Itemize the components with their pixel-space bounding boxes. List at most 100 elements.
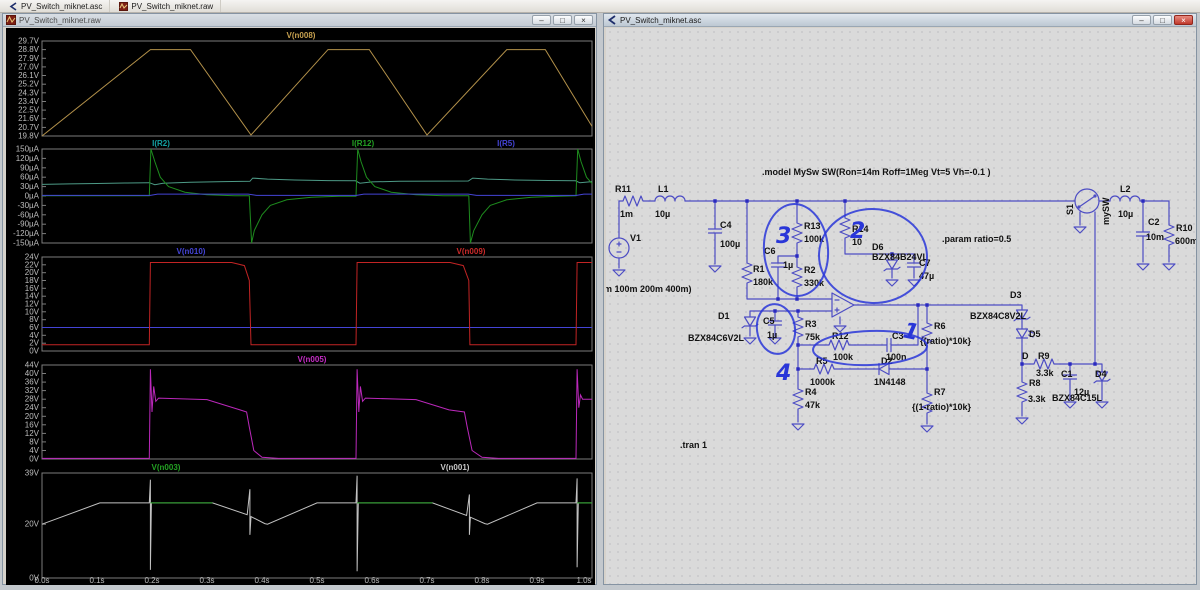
val-R12[interactable]: 100k — [833, 352, 854, 362]
val-C6[interactable]: 1µ — [783, 260, 793, 270]
waveform-titlebar[interactable]: PV_Switch_miknet.raw – □ × — [3, 14, 596, 27]
tab-schematic-label: PV_Switch_miknet.asc — [21, 2, 102, 11]
svg-text:20V: 20V — [25, 520, 40, 529]
ink-digit-4: 4 — [775, 361, 791, 386]
schematic-drawing[interactable]: .model MySw SW(Ron=14m Roff=1Meg Vt=5 Vh… — [606, 28, 1196, 584]
ref-C5[interactable]: C5 — [763, 316, 775, 326]
switch-S1[interactable] — [1075, 189, 1099, 213]
val-R8[interactable]: 3.3k — [1028, 394, 1047, 404]
waveform-plot-area[interactable]: 29.7V28.8V27.9V27.0V26.1V25.2V24.3V23.4V… — [6, 28, 595, 585]
inductor-L1[interactable] — [655, 196, 685, 201]
resistor-R4[interactable] — [793, 385, 803, 415]
svg-text:-60µA: -60µA — [17, 210, 39, 219]
val-C5[interactable]: 1µ — [767, 330, 777, 340]
resistor-R11[interactable] — [619, 196, 649, 206]
val-R10[interactable]: 600m — [1175, 236, 1196, 246]
spice-directive-model[interactable]: .model MySw SW(Ron=14m Roff=1Meg Vt=5 Vh… — [762, 167, 991, 177]
tab-waveform-label: PV_Switch_miknet.raw — [131, 2, 213, 11]
ground-icon — [613, 270, 625, 276]
val-D4[interactable]: BZX84C15L — [1052, 393, 1103, 403]
minimize-button[interactable]: – — [1132, 15, 1151, 25]
tab-waveform[interactable]: PV_Switch_miknet.raw — [112, 0, 221, 12]
spice-directive-param[interactable]: .param ratio=0.5 — [942, 234, 1011, 244]
ref-C1[interactable]: C1 — [1061, 369, 1073, 379]
ref-R7[interactable]: R7 — [934, 387, 946, 397]
tab-schematic[interactable]: PV_Switch_miknet.asc — [2, 0, 110, 12]
ground-icon — [792, 424, 804, 430]
ref-D1[interactable]: D1 — [718, 311, 730, 321]
svg-text:V(n003): V(n003) — [152, 463, 181, 472]
inductor-L2[interactable] — [1110, 196, 1140, 201]
val-D2[interactable]: 1N4148 — [874, 377, 906, 387]
close-button[interactable]: × — [574, 15, 593, 25]
ref-R8[interactable]: R8 — [1029, 378, 1041, 388]
close-button[interactable]: × — [1174, 15, 1193, 25]
val-R9[interactable]: 3.3k — [1036, 368, 1055, 378]
val-L1[interactable]: 10µ — [655, 209, 670, 219]
opamp[interactable] — [832, 293, 854, 317]
val-D1[interactable]: BZX84C6V2L — [688, 333, 745, 343]
val-S1[interactable]: mySW — [1101, 197, 1111, 225]
svg-text:V(n008): V(n008) — [287, 31, 316, 40]
ground-icon — [744, 338, 756, 344]
ref-R11[interactable]: R11 — [615, 184, 631, 194]
ref-R1[interactable]: R1 — [753, 264, 765, 274]
resistor-R10[interactable] — [1164, 221, 1174, 251]
ref-R13[interactable]: R13 — [804, 221, 821, 231]
svg-text:I(R5): I(R5) — [497, 139, 515, 148]
ref-C7[interactable]: C7 — [919, 258, 931, 268]
resistor-R2[interactable] — [792, 263, 802, 293]
ref-L1[interactable]: L1 — [658, 184, 669, 194]
resistor-R8[interactable] — [1017, 378, 1027, 408]
ground-icon — [1163, 264, 1175, 270]
svg-text:120µA: 120µA — [16, 154, 40, 163]
val-C2[interactable]: 10m — [1146, 232, 1164, 242]
ref-L2[interactable]: L2 — [1120, 184, 1131, 194]
maximize-button[interactable]: □ — [553, 15, 572, 25]
val-D3[interactable]: BZX84C8V2L — [970, 311, 1027, 321]
waveform-plot[interactable]: 29.7V28.8V27.9V27.0V26.1V25.2V24.3V23.4V… — [6, 28, 595, 585]
zener-D1[interactable] — [742, 315, 758, 329]
val-R3[interactable]: 75k — [805, 332, 821, 342]
maximize-button[interactable]: □ — [1153, 15, 1172, 25]
ref-S1[interactable]: S1 — [1065, 204, 1075, 215]
svg-text:24.3V: 24.3V — [18, 88, 40, 97]
resistor-R12[interactable] — [825, 340, 855, 350]
ref-D6[interactable]: D6 — [872, 242, 884, 252]
svg-text:-90µA: -90µA — [17, 220, 39, 229]
val-C4[interactable]: 100µ — [720, 239, 740, 249]
ref-C2[interactable]: C2 — [1148, 217, 1160, 227]
ref-R6[interactable]: R6 — [934, 321, 946, 331]
ref-R3[interactable]: R3 — [805, 319, 817, 329]
svg-text:-150µA: -150µA — [13, 239, 40, 248]
resistor-R13[interactable] — [792, 219, 802, 249]
raw-doc-icon — [119, 2, 128, 11]
ref-R10[interactable]: R10 — [1176, 223, 1193, 233]
minimize-button[interactable]: – — [532, 15, 551, 25]
resistor-R1[interactable] — [742, 259, 752, 289]
ref-C4[interactable]: C4 — [720, 220, 732, 230]
ref-R4[interactable]: R4 — [805, 387, 817, 397]
voltage-source-V1[interactable] — [609, 238, 629, 258]
ref-D3[interactable]: D3 — [1010, 290, 1022, 300]
schematic-canvas[interactable]: .model MySw SW(Ron=14m Roff=1Meg Vt=5 Vh… — [606, 28, 1196, 584]
waveform-window-title: PV_Switch_miknet.raw — [19, 16, 101, 25]
val-L2[interactable]: 10µ — [1118, 209, 1133, 219]
ref-D4[interactable]: D4 — [1095, 369, 1107, 379]
val-R5[interactable]: 1000k — [810, 377, 836, 387]
ground-icon — [886, 280, 898, 286]
ref-C6[interactable]: C6 — [764, 246, 776, 256]
val-R11[interactable]: 1m — [620, 209, 633, 219]
tab-bar: PV_Switch_miknet.asc PV_Switch_miknet.ra… — [0, 0, 1200, 13]
ref-R9[interactable]: R9 — [1038, 351, 1050, 361]
spice-directive-tran[interactable]: .tran 1 — [680, 440, 707, 450]
ref-D5[interactable]: D5 — [1029, 329, 1041, 339]
ref-R2[interactable]: R2 — [804, 265, 816, 275]
ref-V1[interactable]: V1 — [630, 233, 641, 243]
schematic-titlebar[interactable]: PV_Switch_miknet.asc – □ × — [604, 14, 1196, 27]
val-R4[interactable]: 47k — [805, 400, 821, 410]
val-R7[interactable]: {(1-ratio)*10k} — [912, 402, 972, 412]
svg-text:0.6s: 0.6s — [364, 576, 379, 585]
val-D5[interactable]: D — [1022, 351, 1029, 361]
svg-text:30µA: 30µA — [20, 182, 40, 191]
